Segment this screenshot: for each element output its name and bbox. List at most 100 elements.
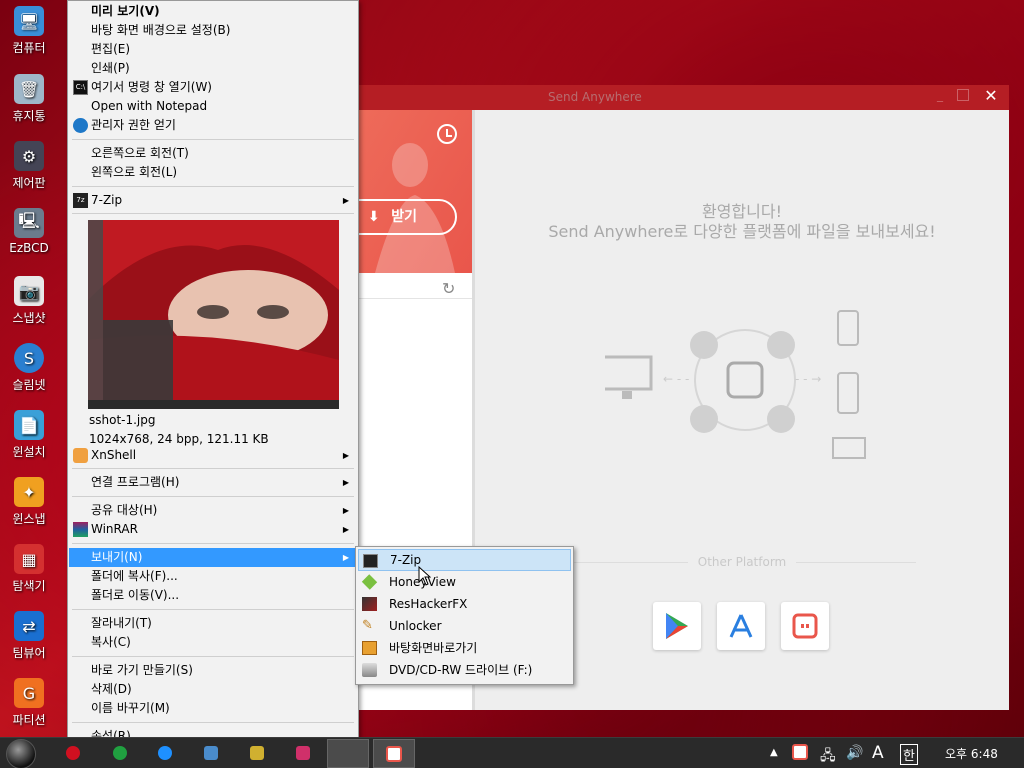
window-title: Send Anywhere: [548, 90, 642, 104]
ezbcd-icon: 🖳: [14, 208, 44, 238]
menu-item-print[interactable]: 인쇄(P): [69, 59, 357, 78]
desktop-icon-winsnap[interactable]: ✦ 윈스냅: [2, 477, 56, 527]
menu-item-copy-to-folder[interactable]: 폴더에 복사(F)...: [69, 567, 357, 586]
maximize-button[interactable]: [957, 89, 969, 101]
network-icon[interactable]: 🖧: [820, 745, 836, 768]
winsnap-icon: ✦: [14, 477, 44, 507]
send-to-item-honeyview[interactable]: HoneyView: [358, 571, 571, 593]
desktop-icon-ezbcd[interactable]: 🖳 EzBCD: [2, 208, 56, 255]
admin-icon: [73, 118, 88, 133]
taskbar-task-send-anywhere[interactable]: [373, 739, 415, 768]
taskbar-explorer-icon[interactable]: [198, 740, 224, 766]
send-anywhere-app-button[interactable]: [781, 602, 829, 650]
menu-item-rename[interactable]: 이름 바꾸기(M): [69, 699, 357, 718]
refresh-icon[interactable]: ↻: [442, 279, 455, 298]
menu-item-xnshell[interactable]: XnShell ▶: [69, 446, 357, 465]
desktop-icon-control-panel[interactable]: ⚙ 제어판: [2, 141, 56, 191]
menu-item-open-with[interactable]: 연결 프로그램(H) ▶: [69, 473, 357, 492]
start-button[interactable]: [6, 739, 36, 768]
google-play-icon: [666, 613, 688, 639]
xnshell-icon: [73, 448, 88, 463]
taskbar-refresh-icon[interactable]: [107, 740, 133, 766]
history-clock-icon[interactable]: [437, 124, 457, 144]
menu-item-create-shortcut[interactable]: 바로 가기 만들기(S): [69, 661, 357, 680]
ime-mode-indicator[interactable]: A: [872, 743, 884, 763]
menu-item-take-ownership[interactable]: 관리자 권한 얻기: [69, 116, 357, 135]
divider: [355, 298, 472, 299]
minimize-button[interactable]: _: [937, 88, 951, 102]
send-to-item-desktop-shortcut[interactable]: 바탕화면바로가기: [358, 637, 571, 659]
context-menu: 미리 보기(V) 바탕 화면 배경으로 설정(B) 편집(E) 인쇄(P) C:…: [67, 0, 359, 751]
preview-details: 1024x768, 24 bpp, 121.11 KB: [89, 432, 269, 446]
menu-separator: [72, 139, 354, 140]
platform-diagram: ← - - - - →: [605, 310, 866, 459]
send-anywhere-icon: [792, 613, 818, 639]
menu-item-edit[interactable]: 편집(E): [69, 40, 357, 59]
submenu-arrow-icon: ▶: [342, 506, 349, 515]
menu-separator: [72, 186, 354, 187]
menu-item-open-cmd[interactable]: C:\ 여기서 명령 창 열기(W): [69, 78, 357, 97]
image-preview-thumbnail: [88, 220, 339, 409]
menu-item-set-wallpaper[interactable]: 바탕 화면 배경으로 설정(B): [69, 21, 357, 40]
submenu-arrow-icon: ▶: [342, 451, 349, 460]
clock[interactable]: 오후 6:48: [945, 745, 998, 762]
taskbar-opera-icon[interactable]: [60, 740, 86, 766]
menu-item-delete[interactable]: 삭제(D): [69, 680, 357, 699]
desktop-icon-computer[interactable]: 🖥 컴퓨터: [2, 6, 56, 56]
tray-send-anywhere-icon[interactable]: [792, 744, 808, 760]
menu-item-move-to-folder[interactable]: 폴더로 이동(V)...: [69, 586, 357, 605]
partition-icon: G: [14, 678, 44, 708]
dvd-drive-icon: [362, 663, 377, 677]
menu-item-rotate-right[interactable]: 오른쪽으로 회전(T): [69, 144, 357, 163]
send-to-item-unlocker[interactable]: ✎ Unlocker: [358, 615, 571, 637]
svg-text:- - →: - - →: [795, 372, 821, 386]
submenu-arrow-icon: ▶: [342, 196, 349, 205]
svg-text:← - -: ← - -: [663, 372, 689, 386]
taskbar-task-explorer[interactable]: [327, 739, 369, 768]
desktop-icon-teamviewer[interactable]: ⇄ 팀뷰어: [2, 611, 56, 661]
menu-item-rotate-left[interactable]: 왼쪽으로 회전(L): [69, 163, 357, 182]
taskbar: ▲ 🖧 🔊 A 한 오후 6:48: [0, 737, 1024, 768]
menu-item-cut[interactable]: 잘라내기(T): [69, 614, 357, 633]
menu-item-preview[interactable]: 미리 보기(V): [69, 2, 357, 21]
welcome-text: 환영합니다! Send Anywhere로 다양한 플랫폼에 파일을 보내보세요…: [548, 202, 936, 241]
desktop-icon-slimnet[interactable]: S 슬림넷: [2, 343, 56, 393]
menu-item-winrar[interactable]: WinRAR ▶: [69, 520, 357, 539]
desktop-icon-explorer[interactable]: ▦ 탐색기: [2, 544, 56, 594]
hangul-mode-indicator[interactable]: 한: [900, 744, 918, 765]
menu-item-7zip[interactable]: 7z 7-Zip ▶: [69, 191, 357, 210]
desktop-icon-recycle-bin[interactable]: 🗑 휴지통: [2, 74, 56, 124]
volume-icon[interactable]: 🔊: [846, 745, 863, 761]
snapshot-icon: 📷: [14, 276, 44, 306]
window-titlebar[interactable]: Send Anywhere _ ✕: [355, 85, 1009, 110]
tray-expand-icon[interactable]: ▲: [770, 747, 778, 758]
explorer-icon: ▦: [14, 544, 44, 574]
receive-header: ⬇ 받기: [335, 110, 472, 273]
submenu-arrow-icon: ▶: [342, 553, 349, 562]
menu-item-copy[interactable]: 복사(C): [69, 633, 357, 652]
desktop-icon-partition[interactable]: G 파티션: [2, 678, 56, 728]
taskbar-app-icon[interactable]: [244, 740, 270, 766]
app-store-button[interactable]: [717, 602, 765, 650]
menu-separator: [72, 656, 354, 657]
menu-separator: [72, 213, 354, 214]
send-to-item-dvd-drive[interactable]: DVD/CD-RW 드라이브 (F:): [358, 659, 571, 681]
desktop-icon-snapshot[interactable]: 📷 스냅샷: [2, 276, 56, 326]
menu-item-open-notepad[interactable]: Open with Notepad: [69, 97, 357, 116]
desktop-icon-wininstall[interactable]: 📄 윈설치: [2, 410, 56, 460]
download-icon: ⬇: [368, 209, 380, 225]
slimnet-icon: S: [14, 343, 44, 373]
send-to-item-reshackerfx[interactable]: ResHackerFX: [358, 593, 571, 615]
taskbar-ie-icon[interactable]: [152, 740, 178, 766]
taskbar-download-icon[interactable]: [290, 740, 316, 766]
honeyview-icon: [361, 574, 378, 590]
app-store-icon: [729, 614, 753, 638]
menu-separator: [72, 496, 354, 497]
send-anywhere-icon: [386, 746, 402, 762]
close-button[interactable]: ✕: [973, 85, 1009, 107]
recycle-bin-icon: 🗑: [14, 74, 44, 104]
menu-item-share-with[interactable]: 공유 대상(H) ▶: [69, 501, 357, 520]
google-play-button[interactable]: [653, 602, 701, 650]
menu-item-send-to[interactable]: 보내기(N) ▶: [69, 548, 357, 567]
send-to-item-7zip[interactable]: 7-Zip: [358, 549, 571, 571]
